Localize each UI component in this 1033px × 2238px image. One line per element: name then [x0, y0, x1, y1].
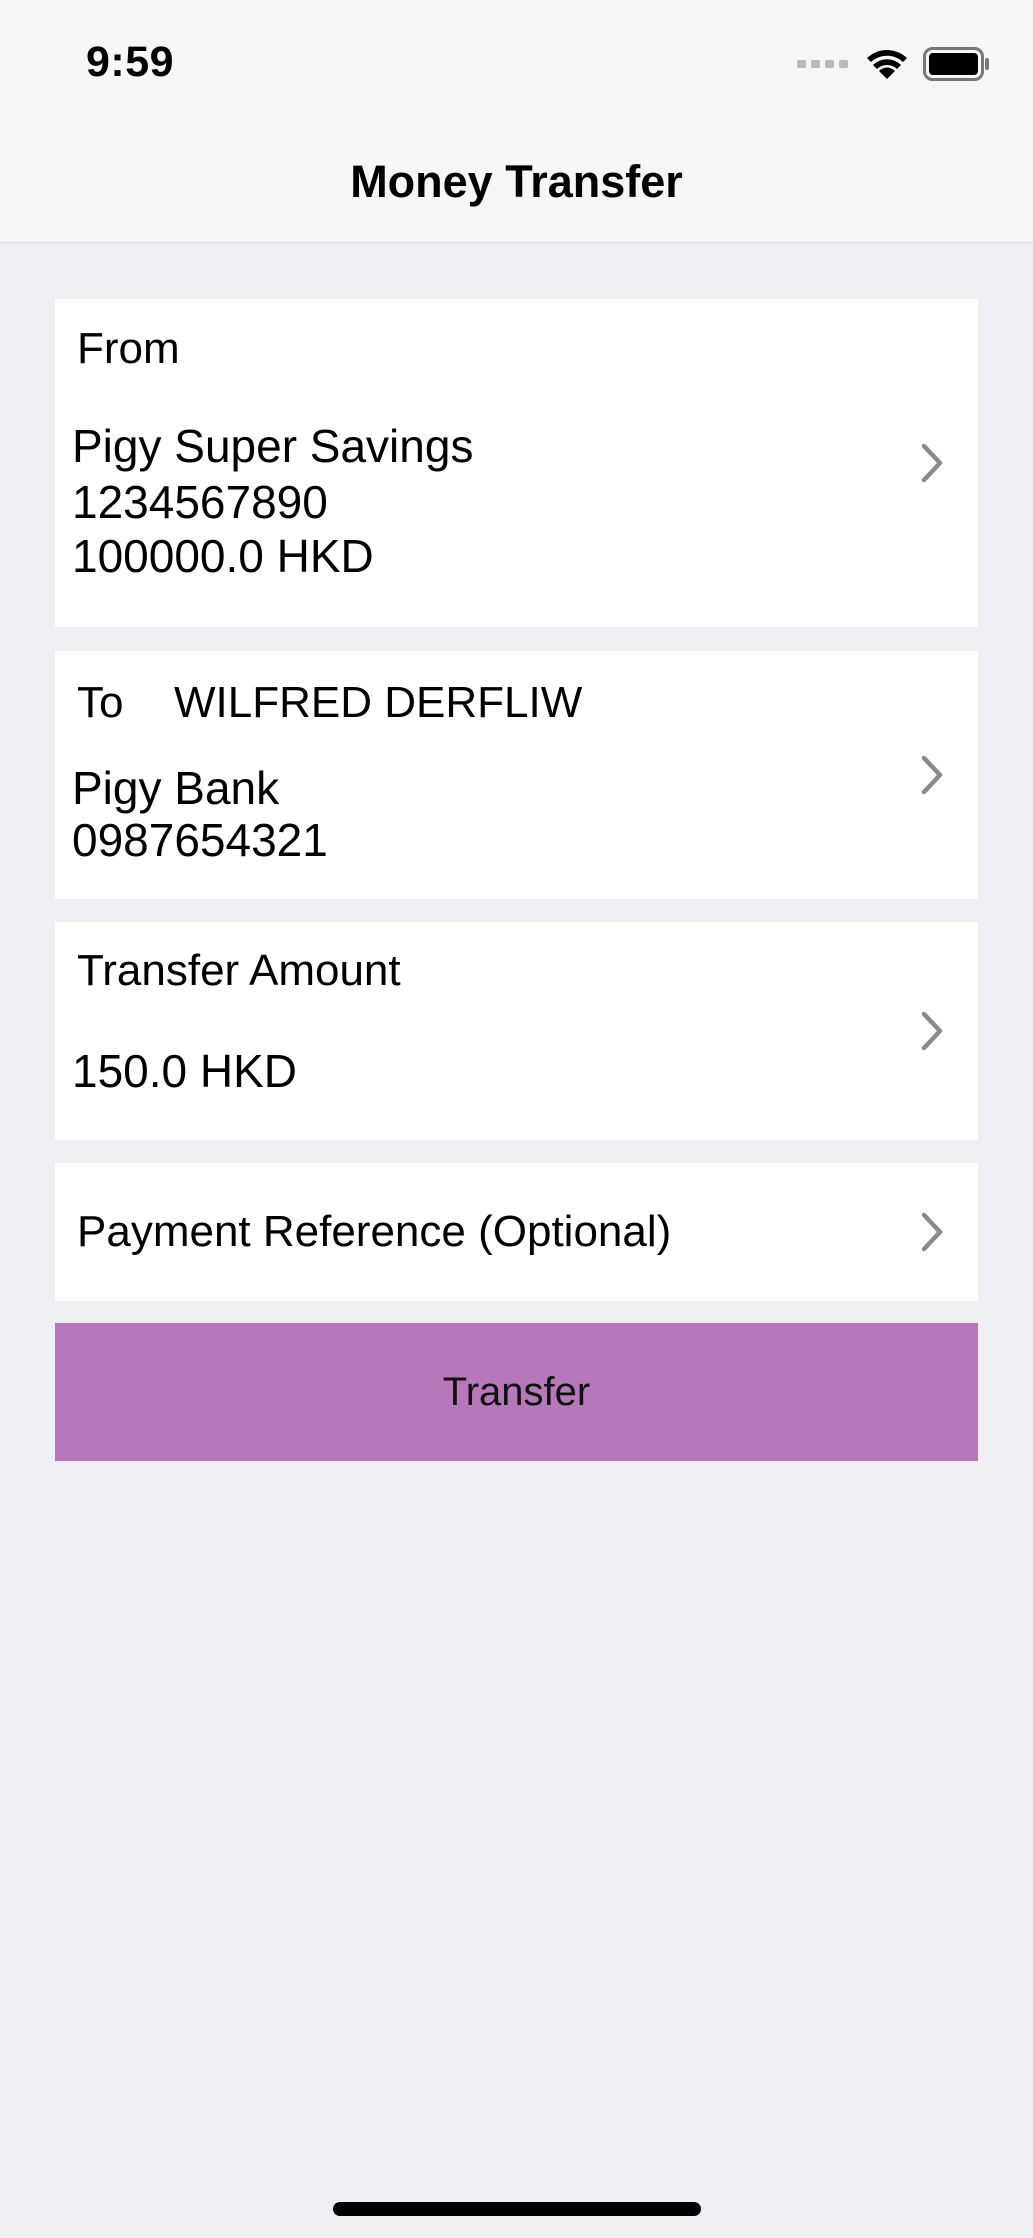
transfer-amount-label: Transfer Amount: [77, 946, 401, 995]
signal-icon: [797, 60, 848, 68]
navigation-bar: Money Transfer: [0, 120, 1033, 243]
transfer-button[interactable]: Transfer: [55, 1323, 978, 1461]
to-label: To: [77, 678, 124, 727]
payee-bank-name: Pigy Bank: [72, 762, 280, 814]
home-indicator[interactable]: [333, 2202, 701, 2216]
battery-icon: [923, 47, 989, 81]
status-time: 9:59: [86, 38, 175, 86]
chevron-right-icon: [921, 1212, 943, 1252]
transfer-amount-card[interactable]: Transfer Amount 150.0 HKD: [55, 922, 978, 1140]
from-account-card[interactable]: From Pigy Super Savings 1234567890 10000…: [55, 299, 978, 627]
payment-reference-card[interactable]: Payment Reference (Optional): [55, 1163, 978, 1301]
status-bar: 9:59: [0, 0, 1033, 120]
to-payee-card[interactable]: To WILFRED DERFLIW Pigy Bank 0987654321: [55, 651, 978, 899]
chevron-right-icon: [921, 755, 943, 795]
from-account-balance: 100000.0 HKD: [72, 530, 374, 582]
status-icons: [797, 46, 991, 82]
from-account-number: 1234567890: [72, 476, 328, 528]
payee-account-number: 0987654321: [72, 814, 328, 866]
payment-reference-label: Payment Reference (Optional): [77, 1207, 672, 1256]
payee-name: WILFRED DERFLIW: [174, 678, 583, 727]
page-title: Money Transfer: [350, 156, 683, 207]
chevron-right-icon: [921, 443, 943, 483]
transfer-button-label: Transfer: [442, 1369, 591, 1414]
from-account-name: Pigy Super Savings: [72, 420, 474, 472]
from-label: From: [77, 324, 180, 373]
transfer-amount-value: 150.0 HKD: [72, 1045, 298, 1097]
wifi-icon: [867, 50, 907, 79]
chevron-right-icon: [921, 1011, 943, 1051]
